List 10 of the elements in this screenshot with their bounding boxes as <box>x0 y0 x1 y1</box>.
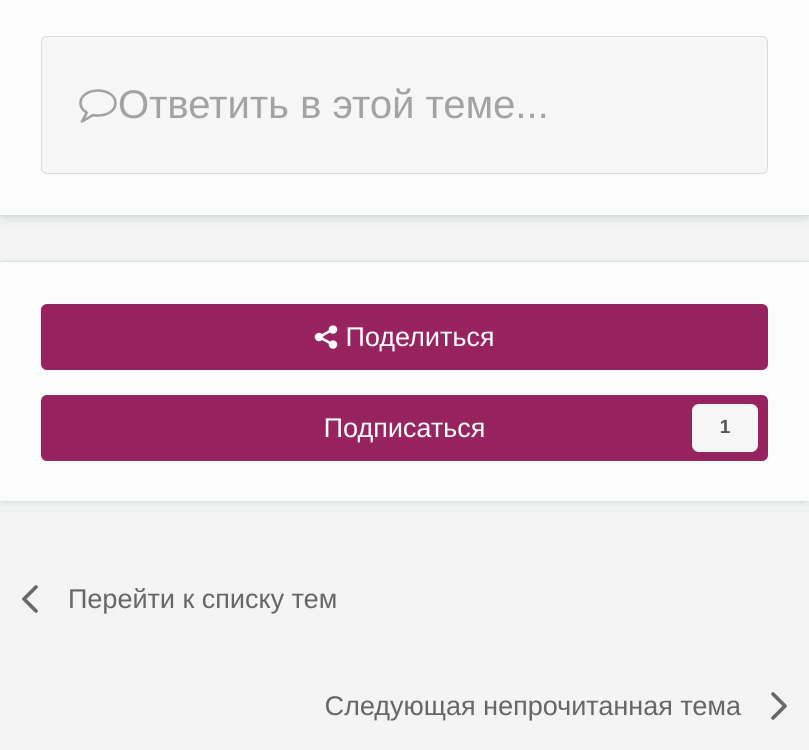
chevron-right-icon <box>769 692 789 720</box>
next-link[interactable]: Следующая непрочитанная тема <box>324 686 789 726</box>
share-icon <box>314 325 338 349</box>
speech-bubble-icon <box>78 88 118 124</box>
follower-count: 1 <box>692 404 758 452</box>
previous-link[interactable]: Перейти к списку тем <box>20 579 338 620</box>
chevron-left-icon <box>20 585 40 614</box>
reply-field[interactable]: Ответить в этой теме... <box>41 36 768 174</box>
share-button[interactable]: Поделиться <box>41 304 768 370</box>
follow-button[interactable]: Подписаться 1 <box>41 395 768 461</box>
